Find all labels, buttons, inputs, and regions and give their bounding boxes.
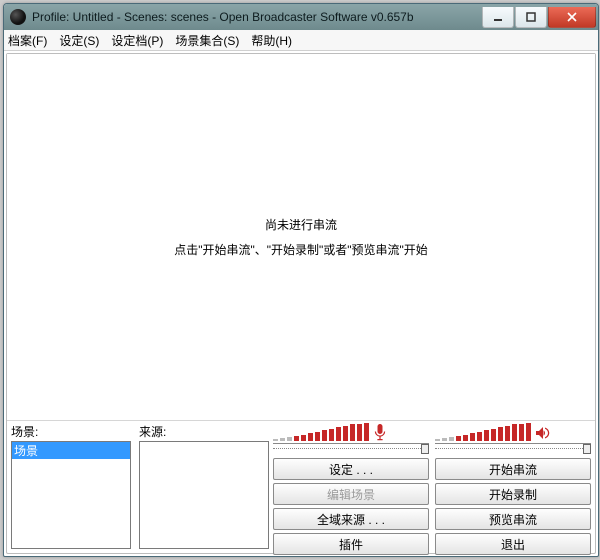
scenes-label: 场景: — [11, 423, 131, 440]
menubar: 档案(F) 设定(S) 设定档(P) 场景集合(S) 帮助(H) — [4, 30, 598, 51]
titlebar: Profile: Untitled - Scenes: scenes - Ope… — [4, 4, 598, 30]
sources-label: 来源: — [139, 423, 269, 440]
preview-status-line-2: 点击"开始串流"、"开始录制"或者"预览串流"开始 — [174, 241, 428, 258]
scenes-panel: 场景: 场景 — [7, 421, 135, 553]
audio-meters — [273, 423, 591, 444]
plugins-button[interactable]: 插件 — [273, 533, 429, 555]
sources-panel: 来源: — [135, 421, 273, 553]
app-window: Profile: Untitled - Scenes: scenes - Ope… — [3, 3, 599, 557]
start-stream-button[interactable]: 开始串流 — [435, 458, 591, 480]
sources-listbox[interactable] — [139, 441, 269, 549]
menu-settings[interactable]: 设定(S) — [59, 32, 99, 49]
window-buttons — [481, 7, 596, 27]
scenes-listbox[interactable]: 场景 — [11, 441, 131, 549]
global-sources-button[interactable]: 全域来源 . . . — [273, 508, 429, 530]
menu-profiles[interactable]: 设定档(P) — [111, 32, 163, 49]
speaker-volume-slider[interactable] — [435, 444, 591, 454]
preview-status-line-1: 尚未进行串流 — [265, 216, 337, 233]
window-title: Profile: Untitled - Scenes: scenes - Ope… — [32, 10, 481, 24]
volume-sliders — [273, 444, 591, 454]
start-record-button[interactable]: 开始录制 — [435, 483, 591, 505]
close-button[interactable] — [548, 7, 596, 28]
menu-help[interactable]: 帮助(H) — [251, 32, 292, 49]
settings-button[interactable]: 设定 . . . — [273, 458, 429, 480]
preview-area: 尚未进行串流 点击"开始串流"、"开始录制"或者"预览串流"开始 — [7, 54, 595, 420]
menu-scene-sets[interactable]: 场景集合(S) — [175, 32, 239, 49]
exit-button[interactable]: 退出 — [435, 533, 591, 555]
app-icon — [10, 9, 26, 25]
control-buttons: 设定 . . . 开始串流 编辑场景 开始录制 全域来源 . . . 预览串流 … — [273, 458, 591, 555]
maximize-button[interactable] — [515, 7, 547, 28]
edit-scene-button[interactable]: 编辑场景 — [273, 483, 429, 505]
minimize-button[interactable] — [482, 7, 514, 28]
bottom-panel: 场景: 场景 来源: — [7, 420, 595, 553]
preview-stream-button[interactable]: 预览串流 — [435, 508, 591, 530]
list-item[interactable]: 场景 — [12, 442, 130, 459]
mic-volume-slider[interactable] — [273, 444, 429, 454]
menu-file[interactable]: 档案(F) — [8, 32, 47, 49]
speaker-icon[interactable] — [533, 425, 551, 441]
controls-panel: 设定 . . . 开始串流 编辑场景 开始录制 全域来源 . . . 预览串流 … — [273, 421, 595, 553]
mic-meter — [273, 423, 429, 444]
speaker-meter — [435, 423, 591, 444]
microphone-icon[interactable] — [371, 423, 389, 441]
client-area: 尚未进行串流 点击"开始串流"、"开始录制"或者"预览串流"开始 场景: 场景 … — [6, 53, 596, 554]
